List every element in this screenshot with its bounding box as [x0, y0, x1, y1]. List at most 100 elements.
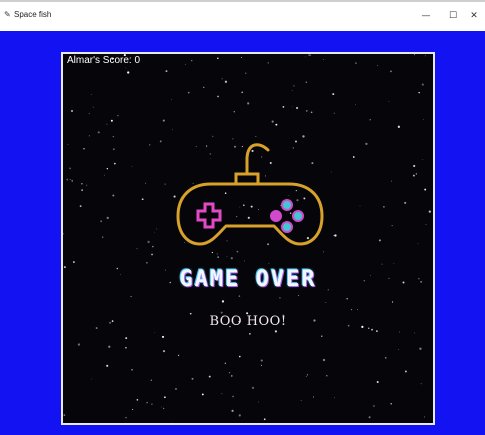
- star: [240, 57, 242, 58]
- star: [228, 372, 231, 374]
- game-window: ✎ Space fish — ☐ ✕ Almar's Score: 0 GAME…: [0, 0, 485, 435]
- star: [221, 78, 223, 80]
- star: [413, 164, 416, 168]
- star: [147, 240, 150, 244]
- star: [263, 418, 266, 421]
- star: [326, 375, 328, 377]
- star: [117, 115, 119, 117]
- star: [420, 383, 422, 385]
- star: [357, 309, 358, 310]
- star: [217, 57, 219, 60]
- star: [423, 416, 426, 418]
- star: [63, 414, 66, 416]
- star: [90, 94, 92, 95]
- star: [131, 369, 133, 371]
- star: [184, 63, 186, 65]
- star: [251, 386, 255, 390]
- star: [282, 106, 285, 108]
- star: [390, 70, 392, 73]
- star: [247, 102, 250, 105]
- star: [202, 86, 205, 89]
- star: [125, 346, 127, 349]
- gamepad-icon: [176, 143, 324, 246]
- star: [351, 309, 353, 311]
- star: [136, 399, 139, 401]
- star: [305, 376, 307, 377]
- star: [81, 183, 83, 185]
- star: [212, 135, 214, 138]
- star: [373, 405, 375, 407]
- star: [308, 54, 310, 56]
- star: [291, 90, 293, 92]
- star: [79, 205, 82, 208]
- star: [217, 95, 219, 98]
- star: [191, 377, 194, 380]
- star: [106, 364, 109, 367]
- star: [346, 298, 348, 300]
- star: [244, 260, 245, 262]
- star: [81, 189, 83, 191]
- star: [83, 148, 85, 150]
- star: [150, 379, 153, 381]
- star: [371, 328, 373, 331]
- star: [424, 188, 427, 191]
- score-label: Almar's Score: 0: [67, 55, 141, 66]
- star: [71, 180, 74, 182]
- star: [421, 83, 424, 86]
- star: [162, 407, 165, 410]
- star: [112, 148, 115, 151]
- star: [279, 297, 281, 299]
- close-button[interactable]: ✕: [462, 7, 485, 25]
- game-over-title: GAME OVER: [179, 267, 317, 292]
- star: [383, 206, 385, 208]
- star: [110, 119, 113, 122]
- star: [258, 401, 259, 403]
- star: [141, 198, 144, 201]
- star: [310, 54, 312, 56]
- star: [334, 234, 337, 237]
- star: [162, 350, 166, 353]
- minimize-button[interactable]: —: [414, 7, 438, 25]
- star: [322, 358, 326, 362]
- star: [187, 91, 190, 94]
- star: [86, 184, 88, 186]
- star: [91, 378, 92, 380]
- title-bar[interactable]: ✎ Space fish — ☐ ✕: [0, 0, 485, 31]
- star: [268, 262, 270, 264]
- star: [381, 263, 383, 265]
- star: [321, 335, 323, 337]
- star: [102, 236, 104, 238]
- star: [376, 381, 379, 384]
- star: [221, 393, 223, 395]
- star: [404, 370, 407, 373]
- star: [177, 354, 180, 357]
- window-title: Space fish: [14, 10, 52, 19]
- star: [63, 233, 64, 235]
- star: [88, 135, 90, 137]
- star: [171, 422, 173, 423]
- star: [415, 173, 418, 175]
- star: [221, 300, 225, 303]
- boo-hoo-subtitle: BOO HOO!: [209, 314, 287, 329]
- star: [146, 261, 148, 264]
- star: [132, 409, 134, 411]
- star: [224, 362, 227, 365]
- star: [151, 403, 153, 405]
- star: [100, 220, 103, 223]
- star: [106, 123, 108, 125]
- game-canvas[interactable]: Almar's Score: 0 GAME OVER BOO HOO!: [61, 52, 435, 425]
- star: [71, 110, 73, 112]
- star: [305, 81, 308, 84]
- star: [165, 70, 168, 73]
- star: [300, 400, 302, 401]
- star: [333, 112, 335, 114]
- star: [275, 123, 278, 126]
- star: [391, 225, 393, 227]
- star: [260, 359, 263, 362]
- star: [69, 179, 71, 180]
- star: [423, 119, 425, 120]
- star: [159, 140, 162, 143]
- star: [106, 216, 109, 220]
- star: [164, 183, 166, 185]
- star: [113, 162, 116, 165]
